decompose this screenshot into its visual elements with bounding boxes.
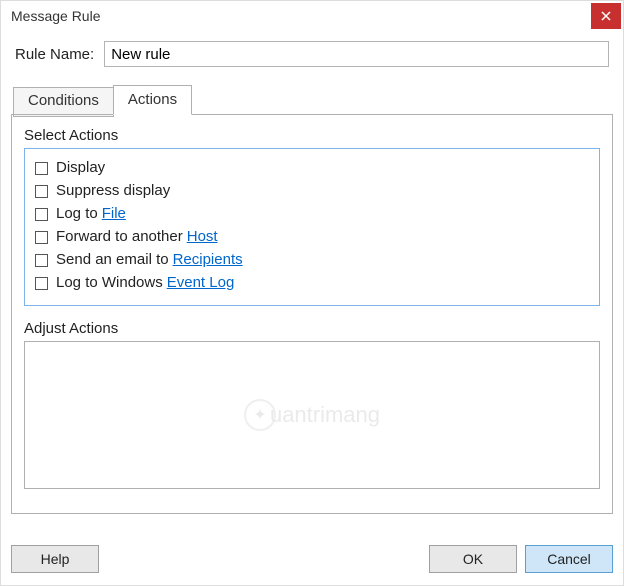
adjust-actions-label: Adjust Actions (24, 320, 600, 337)
cancel-button[interactable]: Cancel (525, 545, 613, 573)
help-button[interactable]: Help (11, 545, 99, 573)
action-text: Forward to another (56, 226, 183, 248)
tab-panel-actions: Select Actions Display Suppress display … (11, 114, 613, 514)
action-text: Suppress display (56, 180, 170, 202)
title-bar: Message Rule (1, 1, 623, 31)
select-actions-box: Display Suppress display Log to File For… (24, 148, 600, 306)
watermark: ✦ uantrimang (244, 399, 380, 431)
link-event-log[interactable]: Event Log (167, 272, 235, 294)
action-row-send-email[interactable]: Send an email to Recipients (35, 249, 589, 271)
window-title: Message Rule (11, 8, 101, 24)
checkbox-forward-host[interactable] (35, 231, 48, 244)
action-text: Log to Windows (56, 272, 163, 294)
action-row-forward-host[interactable]: Forward to another Host (35, 226, 589, 248)
tab-actions[interactable]: Actions (113, 85, 192, 115)
adjust-actions-box: ✦ uantrimang (24, 341, 600, 489)
tabs-header: Conditions Actions (13, 85, 613, 115)
link-host[interactable]: Host (187, 226, 218, 248)
ok-button[interactable]: OK (429, 545, 517, 573)
action-text: Log to (56, 203, 98, 225)
checkbox-event-log[interactable] (35, 277, 48, 290)
rule-name-row: Rule Name: (11, 41, 613, 67)
checkbox-display[interactable] (35, 162, 48, 175)
action-row-suppress[interactable]: Suppress display (35, 180, 589, 202)
action-row-event-log[interactable]: Log to Windows Event Log (35, 272, 589, 294)
tab-conditions[interactable]: Conditions (13, 87, 114, 117)
checkbox-log-file[interactable] (35, 208, 48, 221)
select-actions-label: Select Actions (24, 127, 600, 144)
checkbox-suppress[interactable] (35, 185, 48, 198)
action-text: Display (56, 157, 105, 179)
action-row-log-file[interactable]: Log to File (35, 203, 589, 225)
link-file[interactable]: File (102, 203, 126, 225)
action-row-display[interactable]: Display (35, 157, 589, 179)
close-icon (601, 11, 611, 21)
close-button[interactable] (591, 3, 621, 29)
rule-name-input[interactable] (104, 41, 609, 67)
link-recipients[interactable]: Recipients (173, 249, 243, 271)
rule-name-label: Rule Name: (15, 46, 94, 63)
action-text: Send an email to (56, 249, 169, 271)
checkbox-send-email[interactable] (35, 254, 48, 267)
dialog-buttons: Help OK Cancel (11, 545, 613, 573)
